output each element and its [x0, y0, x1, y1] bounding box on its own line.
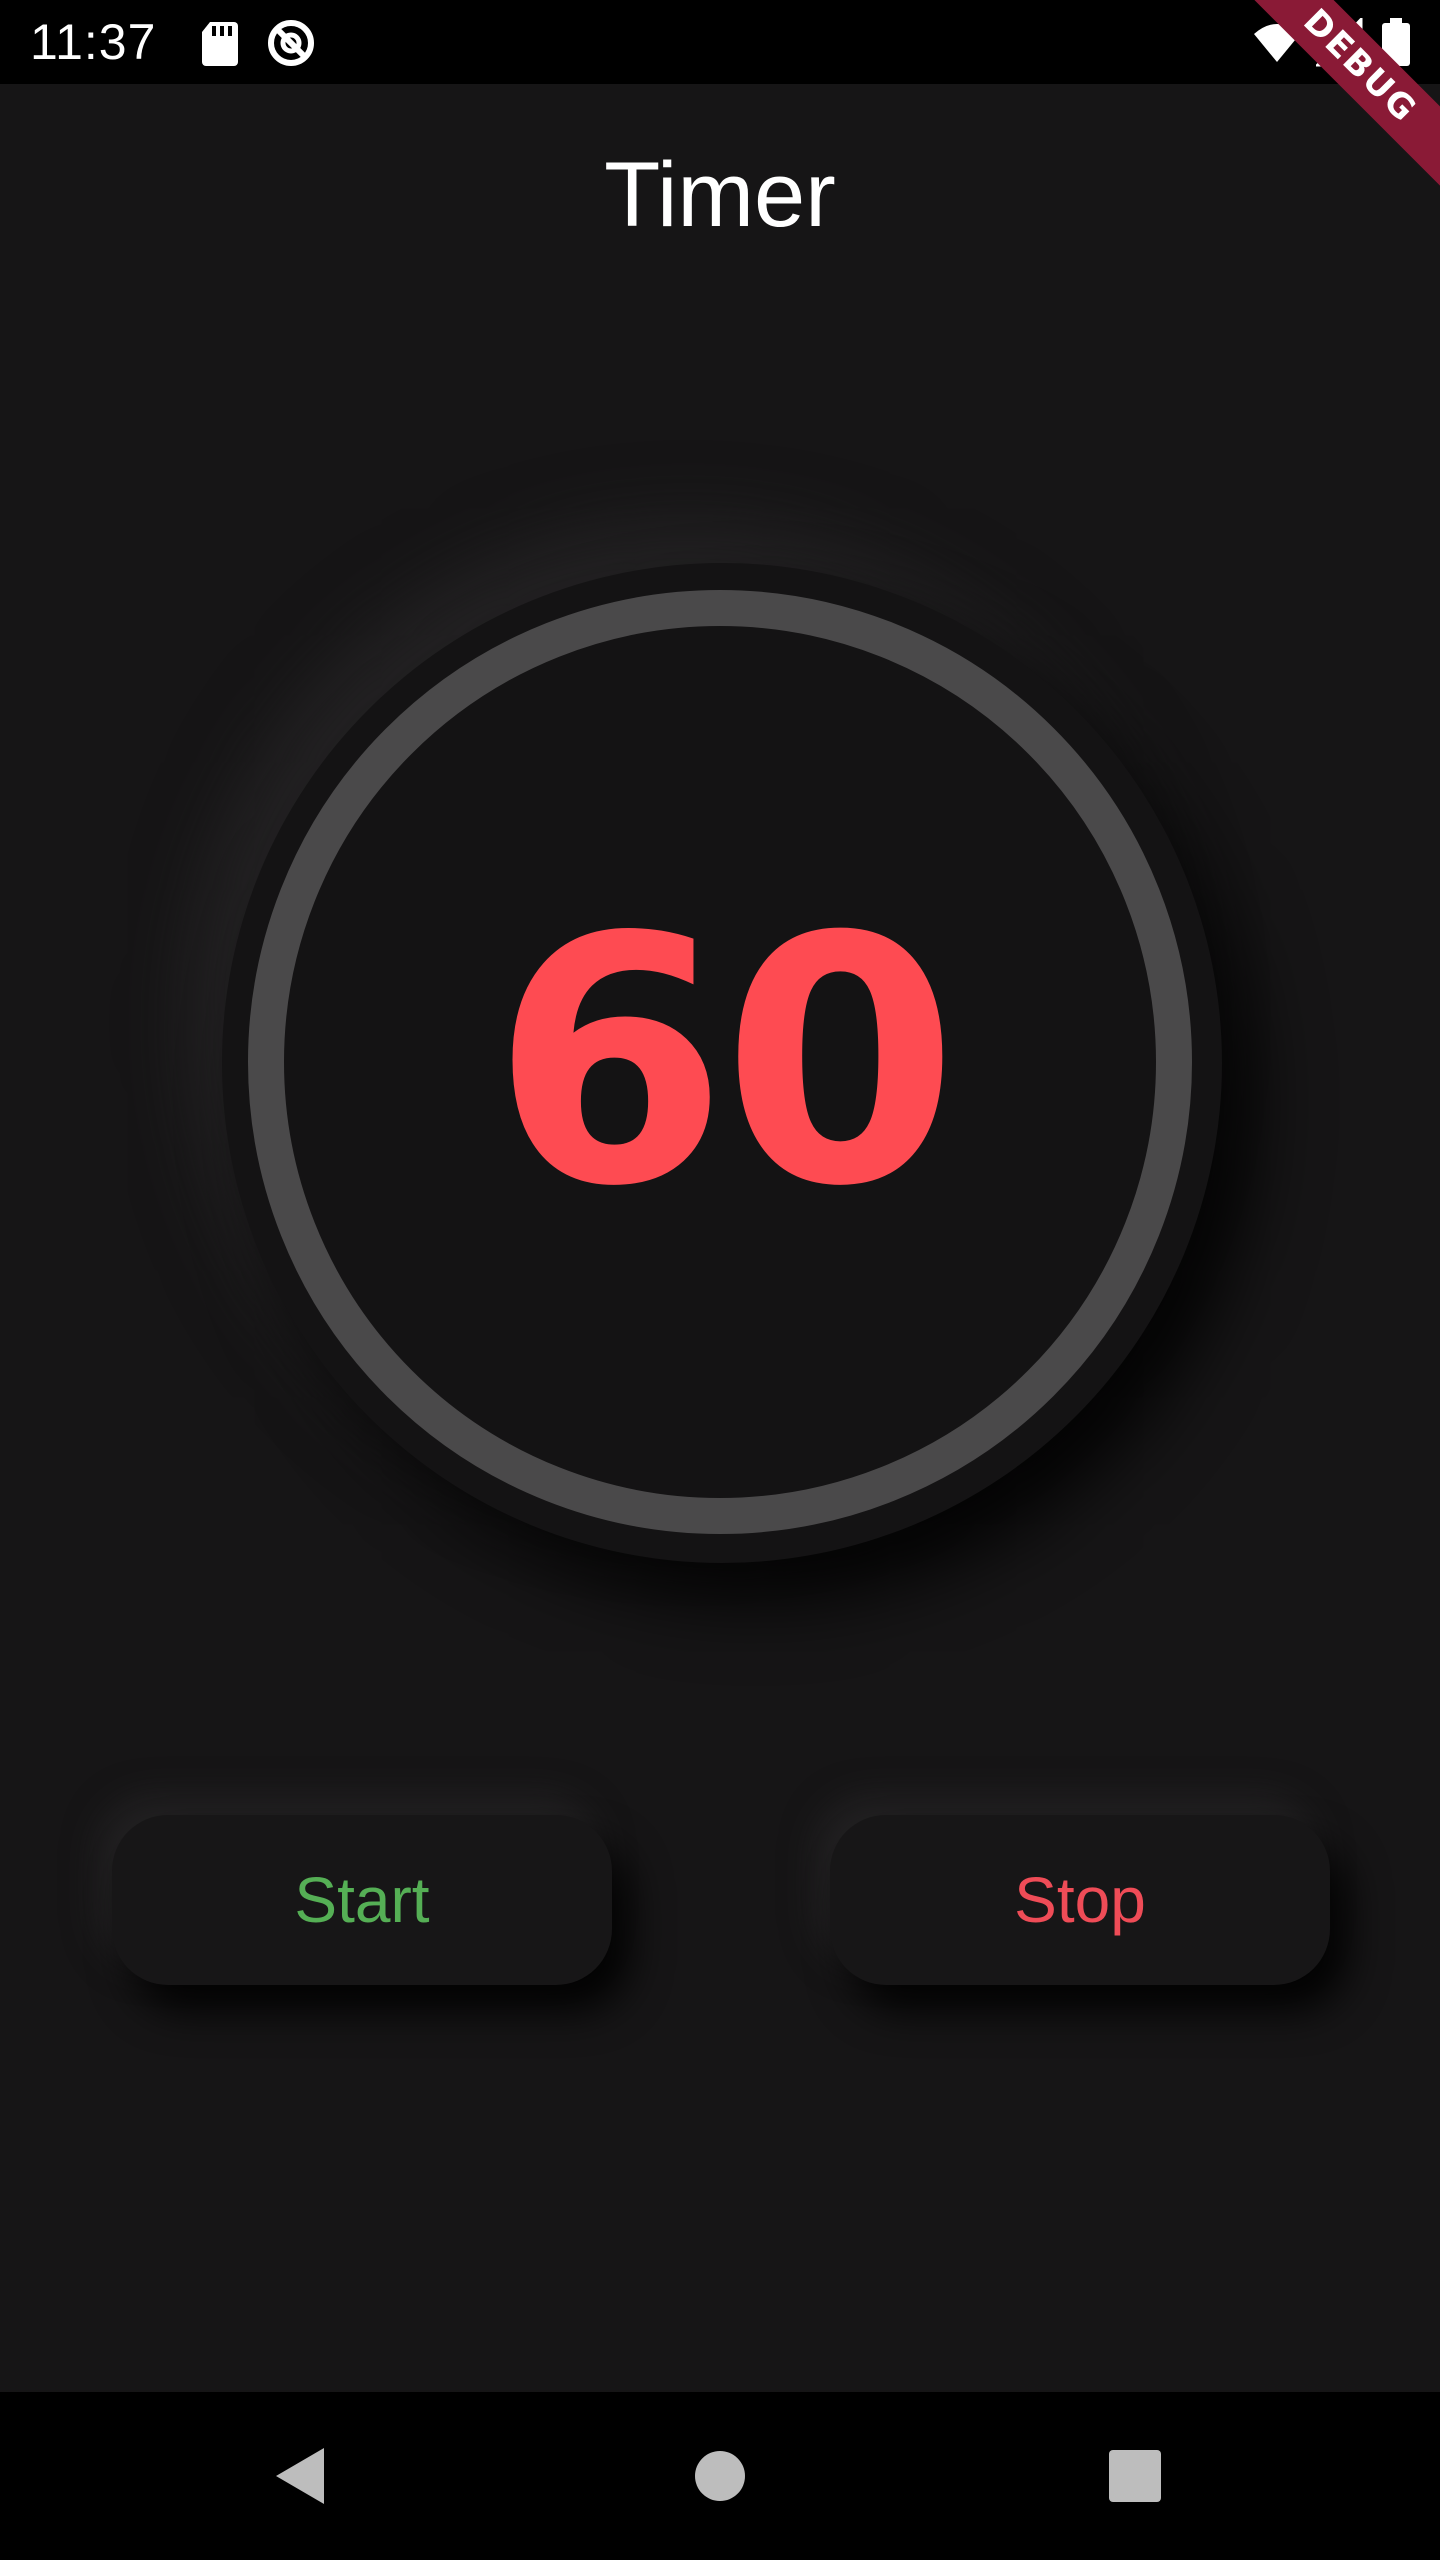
- page-title: Timer: [604, 144, 836, 246]
- recents-icon[interactable]: [1085, 2426, 1185, 2526]
- back-icon[interactable]: [250, 2426, 350, 2526]
- timer-screen: 11:37 DEBUG Timer 60 Start Stop: [0, 0, 1440, 2560]
- timer-value: 60: [491, 865, 958, 1261]
- stop-button-label: Stop: [1014, 1864, 1146, 1936]
- status-bar: 11:37: [0, 0, 1440, 84]
- status-time: 11:37: [30, 14, 157, 70]
- home-icon[interactable]: [670, 2426, 770, 2526]
- navigation-bar: [0, 2392, 1440, 2560]
- sd-card-icon: [196, 18, 246, 68]
- start-button-label: Start: [294, 1864, 430, 1936]
- stop-button[interactable]: Stop: [830, 1815, 1330, 1985]
- do-not-disturb-icon: [266, 18, 316, 68]
- start-button[interactable]: Start: [112, 1815, 612, 1985]
